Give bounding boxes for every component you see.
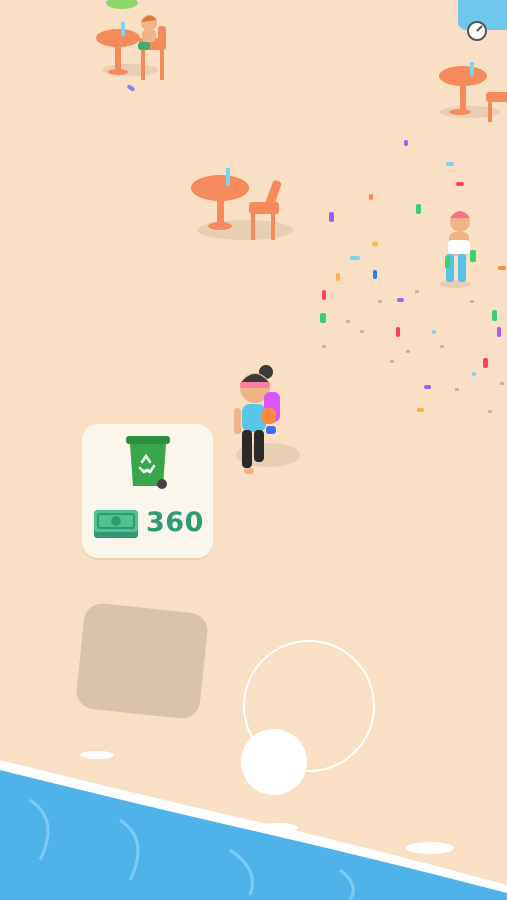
upgrade-card-trash-bin[interactable]: 360 <box>82 424 213 558</box>
upgrade-cost: 360 <box>146 507 204 538</box>
foam-patch <box>80 751 114 759</box>
joystick-knob[interactable] <box>241 729 307 795</box>
recycling-bin-icon <box>126 436 170 489</box>
drop-zone-pad[interactable] <box>74 601 210 721</box>
cash-stack-icon <box>94 510 138 538</box>
